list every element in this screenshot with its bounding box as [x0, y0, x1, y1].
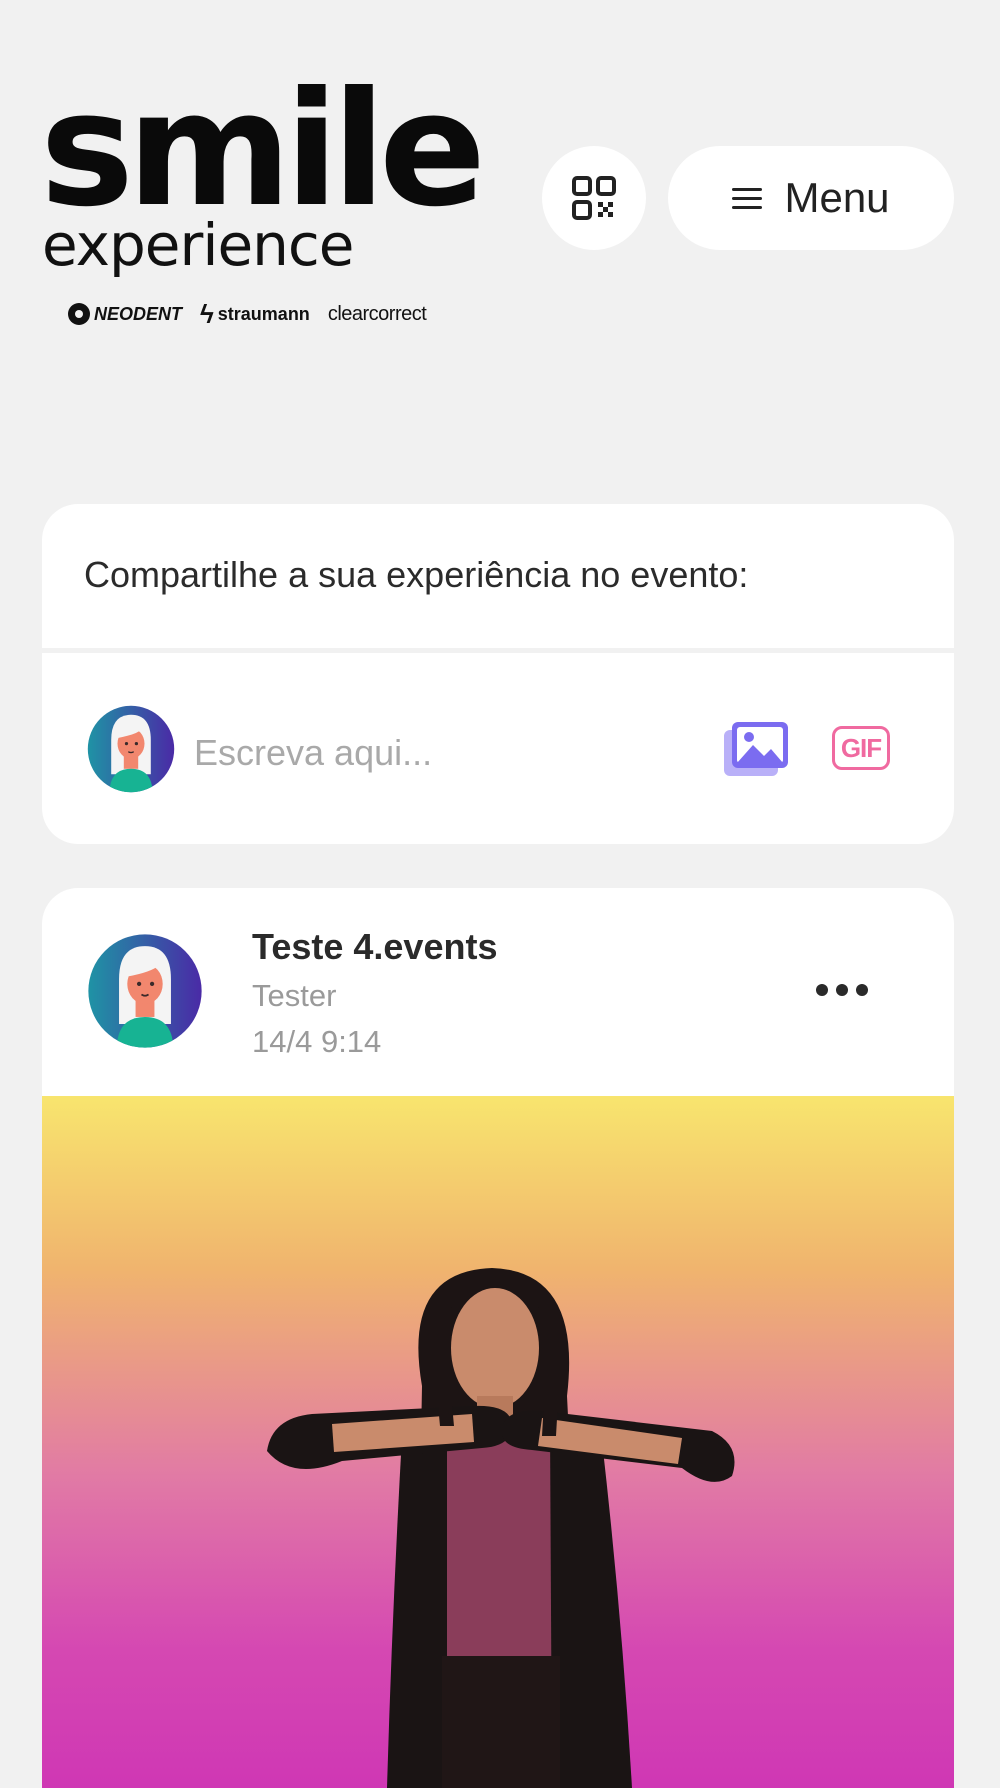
post-author-avatar[interactable] — [86, 932, 204, 1050]
image-icon[interactable] — [722, 718, 792, 780]
logo-sub-text: experience — [42, 211, 354, 279]
post-author-name[interactable]: Teste 4.events — [252, 926, 497, 968]
neodent-icon — [68, 303, 90, 325]
gif-button[interactable]: GIF — [832, 726, 890, 770]
smile-experience-logo: smile experience NEODENT ϟ straumann cle… — [40, 58, 486, 330]
more-dots-icon — [836, 984, 848, 996]
qr-code-button[interactable] — [542, 146, 646, 250]
dancing-person-illustration — [267, 1268, 735, 1788]
post-author-role: Tester — [252, 978, 337, 1013]
more-dots-icon — [816, 984, 828, 996]
brand-neodent-label: NEODENT — [94, 303, 183, 324]
hamburger-icon — [732, 188, 763, 209]
gif-label: GIF — [840, 732, 882, 763]
brand-straumann-label: straumann — [217, 303, 310, 324]
more-options-button[interactable] — [816, 978, 868, 1002]
composer-divider — [42, 648, 954, 653]
post-media-gif[interactable] — [42, 1096, 954, 1788]
user-avatar[interactable] — [86, 704, 176, 794]
composer-input[interactable] — [192, 724, 716, 782]
straumann-icon: ϟ — [200, 299, 214, 329]
composer-title: Compartilhe a sua experiência no evento: — [84, 554, 749, 595]
brand-straumann: ϟ straumann — [200, 301, 310, 327]
post-timestamp: 14/4 9:14 — [252, 1024, 382, 1059]
brand-clearcorrect: clearcorrect — [327, 302, 427, 326]
feed-post: Teste 4.events Tester 14/4 9:14 — [42, 888, 954, 1788]
logo-main-text: smile — [40, 58, 486, 242]
qr-code-icon — [572, 176, 616, 220]
menu-button[interactable]: Menu — [668, 146, 954, 250]
header: smile experience NEODENT ϟ straumann cle… — [0, 0, 1000, 360]
more-dots-icon — [856, 984, 868, 996]
brand-strip: NEODENT ϟ straumann clearcorrect — [68, 298, 427, 330]
brand-neodent: NEODENT — [68, 303, 182, 325]
brand-clearcorrect-label: clearcorrect — [327, 302, 427, 325]
post-composer: Compartilhe a sua experiência no evento: — [42, 504, 954, 844]
menu-label: Menu — [784, 174, 890, 221]
